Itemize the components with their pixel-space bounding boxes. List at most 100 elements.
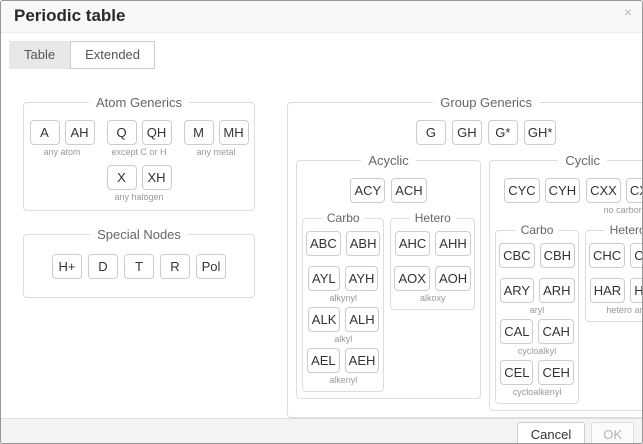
btn-abh[interactable]: ABH — [346, 231, 381, 256]
btn-xh[interactable]: XH — [142, 165, 172, 190]
atom-generics-row-1: A AH any atom Q QH except C or H — [32, 120, 246, 157]
group-chc: CHC CHH — [589, 243, 643, 268]
group-except-c-or-h: Q QH except C or H — [107, 120, 172, 157]
btn-hplus[interactable]: H+ — [52, 254, 82, 279]
group-label: cycloalkyl — [518, 346, 557, 356]
group-label: alkynyl — [329, 293, 357, 303]
btn-aox[interactable]: AOX — [394, 266, 429, 291]
group-label: any halogen — [114, 192, 163, 202]
btn-ayh[interactable]: AYH — [345, 266, 379, 291]
group-label: any atom — [43, 147, 80, 157]
btn-cah[interactable]: CAH — [538, 319, 573, 344]
ok-button[interactable]: OK — [591, 422, 634, 444]
btn-cbh[interactable]: CBH — [540, 243, 575, 268]
cyclic-fieldset: Cyclic CYC CYH CXX — [489, 153, 643, 411]
btn-qh[interactable]: QH — [142, 120, 172, 145]
btn-ahc[interactable]: AHC — [395, 231, 430, 256]
btn-ah[interactable]: AH — [65, 120, 95, 145]
periodic-table-dialog: Periodic table × Table Extended Atom Gen… — [0, 0, 643, 444]
btn-ceh[interactable]: CEH — [538, 360, 573, 385]
btn-ael[interactable]: AEL — [307, 348, 340, 373]
acyclic-row: ACY ACH — [302, 178, 475, 203]
group-label: alkoxy — [420, 293, 446, 303]
group-label: cycloalkenyl — [513, 387, 562, 397]
btn-alk[interactable]: ALK — [308, 307, 341, 332]
btn-cel[interactable]: CEL — [500, 360, 533, 385]
btn-chc[interactable]: CHC — [589, 243, 625, 268]
btn-aoh[interactable]: AOH — [435, 266, 471, 291]
btn-mh[interactable]: MH — [219, 120, 249, 145]
btn-cbc[interactable]: CBC — [499, 243, 534, 268]
btn-cyh[interactable]: CYH — [545, 178, 580, 203]
tab-bar: Table Extended — [9, 41, 642, 69]
btn-x[interactable]: X — [107, 165, 137, 190]
special-nodes-legend: Special Nodes — [90, 227, 188, 242]
group-cyc: CYC CYH — [504, 178, 580, 203]
btn-pol[interactable]: Pol — [196, 254, 226, 279]
dialog-footer: Cancel OK — [1, 418, 642, 444]
btn-cal[interactable]: CAL — [500, 319, 533, 344]
btn-chh[interactable]: CHH — [630, 243, 643, 268]
btn-a[interactable]: A — [30, 120, 60, 145]
atom-generics-fieldset: Atom Generics A AH any atom Q QH — [23, 95, 255, 211]
btn-cxh[interactable]: CXH — [626, 178, 643, 203]
btn-g[interactable]: G — [416, 120, 446, 145]
cancel-button[interactable]: Cancel — [517, 422, 585, 444]
group-ahc: AHC AHH — [394, 231, 471, 256]
left-column: Atom Generics A AH any atom Q QH — [23, 69, 255, 298]
group-label: any metal — [196, 147, 235, 157]
btn-gstar[interactable]: G* — [488, 120, 518, 145]
cyclic-row: CYC CYH CXX CXH no carbon — [495, 178, 643, 215]
btn-hah[interactable]: HAH — [630, 278, 643, 303]
group-label: no carbon — [604, 205, 643, 215]
tab-extended[interactable]: Extended — [70, 41, 155, 69]
btn-aeh[interactable]: AEH — [345, 348, 380, 373]
tab-table[interactable]: Table — [9, 41, 70, 69]
btn-alh[interactable]: ALH — [345, 307, 378, 332]
group-generics-columns: Acyclic ACY ACH Carbo ABC — [296, 153, 643, 411]
btn-gh[interactable]: GH — [452, 120, 482, 145]
btn-d[interactable]: D — [88, 254, 118, 279]
dialog-content: Atom Generics A AH any atom Q QH — [1, 69, 642, 418]
btn-cyc[interactable]: CYC — [504, 178, 539, 203]
dialog-title: Periodic table — [14, 6, 125, 25]
dialog-header: Periodic table × — [1, 1, 642, 33]
btn-ghstar[interactable]: GH* — [524, 120, 557, 145]
hetero-legend: Hetero — [605, 223, 643, 237]
btn-ary[interactable]: ARY — [500, 278, 535, 303]
btn-abc[interactable]: ABC — [306, 231, 341, 256]
group-alkynyl: AYL AYH alkynyl — [306, 266, 380, 303]
cyclic-columns: Carbo CBC CBH ARY — [495, 223, 643, 404]
acyclic-fieldset: Acyclic ACY ACH Carbo ABC — [296, 153, 481, 399]
cyclic-legend: Cyclic — [558, 153, 607, 168]
btn-r[interactable]: R — [160, 254, 190, 279]
group-label: aryl — [530, 305, 545, 315]
btn-ahh[interactable]: AHH — [435, 231, 470, 256]
group-label: alkenyl — [329, 375, 357, 385]
special-nodes-fieldset: Special Nodes H+ D T R Pol — [23, 227, 255, 298]
btn-har[interactable]: HAR — [590, 278, 625, 303]
carbo-legend: Carbo — [322, 211, 365, 225]
btn-cxx[interactable]: CXX — [586, 178, 621, 203]
group-cbc: CBC CBH — [499, 243, 575, 268]
btn-t[interactable]: T — [124, 254, 154, 279]
group-generics-fieldset: Group Generics G GH G* GH* Acyclic ACY A… — [287, 95, 643, 418]
acyclic-legend: Acyclic — [361, 153, 415, 168]
atom-generics-row-2: X XH any halogen — [32, 165, 246, 202]
group-generics-legend: Group Generics — [433, 95, 539, 110]
acyclic-columns: Carbo ABC ABH AYL — [302, 211, 475, 392]
acyclic-carbo-fieldset: Carbo ABC ABH AYL — [302, 211, 384, 392]
btn-arh[interactable]: ARH — [539, 278, 574, 303]
btn-q[interactable]: Q — [107, 120, 137, 145]
group-any-halogen: X XH any halogen — [107, 165, 172, 202]
btn-m[interactable]: M — [184, 120, 214, 145]
acyclic-hetero-fieldset: Hetero AHC AHH AOX — [390, 211, 475, 310]
btn-ayl[interactable]: AYL — [308, 266, 340, 291]
group-generics-row: G GH G* GH* — [296, 120, 643, 145]
close-icon[interactable]: × — [624, 5, 632, 19]
group-cycloalkenyl: CEL CEH cycloalkenyl — [499, 360, 575, 397]
cyclic-hetero-fieldset: Hetero CHC CHH HAR — [585, 223, 643, 322]
btn-acy[interactable]: ACY — [350, 178, 385, 203]
group-abc: ABC ABH — [306, 231, 380, 256]
btn-ach[interactable]: ACH — [391, 178, 426, 203]
